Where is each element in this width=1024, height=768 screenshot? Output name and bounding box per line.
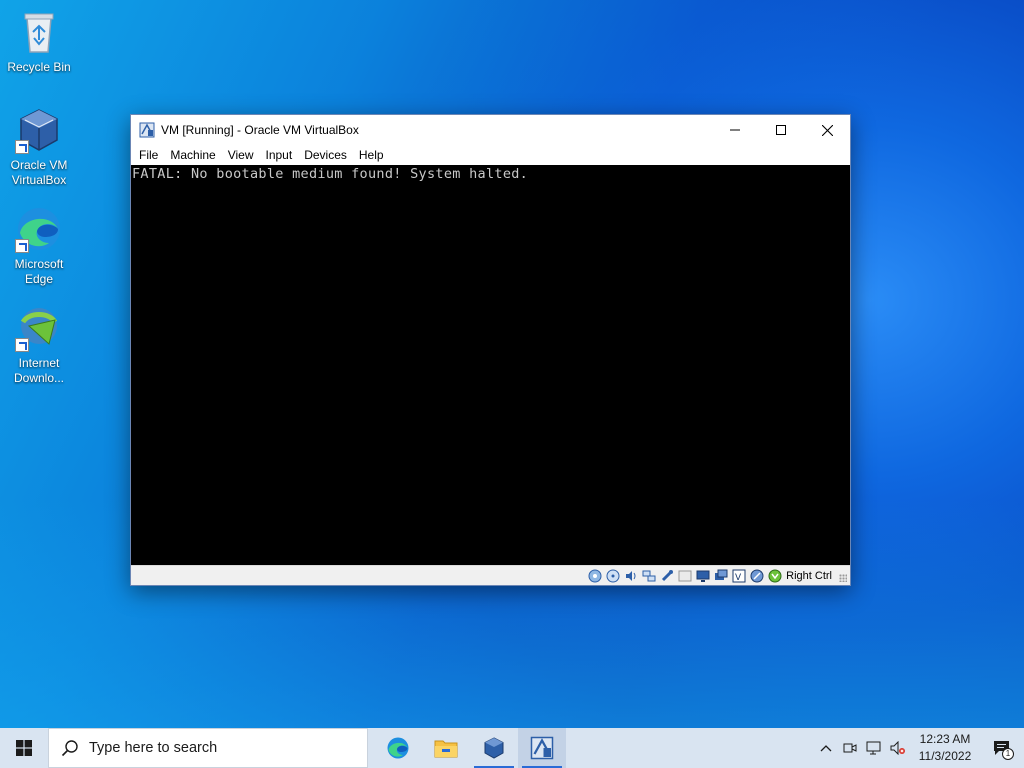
network-icon[interactable] xyxy=(642,569,656,583)
shortcut-arrow-icon xyxy=(15,239,29,253)
virtualbox-vm-icon xyxy=(530,736,554,760)
optical-drive-icon[interactable] xyxy=(606,569,620,583)
usb-icon[interactable] xyxy=(660,569,674,583)
menu-help[interactable]: Help xyxy=(354,148,391,162)
shortcut-arrow-icon xyxy=(15,140,29,154)
folder-icon xyxy=(434,740,458,758)
shortcut-arrow-icon xyxy=(15,338,29,352)
action-center-button[interactable]: 1 xyxy=(980,728,1024,768)
virtualbox-icon xyxy=(15,106,63,154)
edge-icon xyxy=(387,737,409,759)
meet-now-button[interactable] xyxy=(838,728,862,768)
menu-view[interactable]: View xyxy=(223,148,261,162)
host-key-label[interactable]: Right Ctrl xyxy=(786,570,832,582)
notification-count-badge: 1 xyxy=(1002,748,1014,760)
windows-logo-icon xyxy=(16,740,32,756)
virtualbox-vm-window[interactable]: VM [Running] - Oracle VM VirtualBox File… xyxy=(130,114,851,586)
network-status-button[interactable] xyxy=(862,728,886,768)
display-icon[interactable] xyxy=(696,569,710,583)
volume-button[interactable] xyxy=(886,728,910,768)
show-hidden-icons-button[interactable] xyxy=(814,728,838,768)
desktop-icon-edge[interactable]: Microsoft Edge xyxy=(4,205,74,287)
menu-bar: File Machine View Input Devices Help xyxy=(131,145,850,165)
minimize-icon xyxy=(730,129,740,131)
mouse-integration-icon[interactable] xyxy=(750,569,764,583)
desktop-icon-label: Internet Downlo... xyxy=(13,356,65,385)
taskbar-virtualbox-manager[interactable] xyxy=(470,728,518,768)
minimize-button[interactable] xyxy=(712,115,758,145)
camera-icon xyxy=(843,743,857,753)
resize-grip[interactable] xyxy=(839,574,847,582)
svg-text:V: V xyxy=(735,573,742,583)
shared-folders-icon[interactable] xyxy=(678,569,692,583)
search-placeholder: Type here to search xyxy=(89,740,218,756)
status-bar: V Right Ctrl xyxy=(131,565,850,585)
desktop-icon-virtualbox[interactable]: Oracle VM VirtualBox xyxy=(4,106,74,188)
window-title: VM [Running] - Oracle VM VirtualBox xyxy=(161,123,359,137)
edge-icon xyxy=(15,205,63,253)
menu-devices[interactable]: Devices xyxy=(299,148,354,162)
network-monitor-icon xyxy=(866,741,881,755)
system-tray: 12:23 AM 11/3/2022 1 xyxy=(814,728,1024,768)
maximize-icon xyxy=(776,125,786,135)
virtualization-engine-icon[interactable]: V xyxy=(732,569,746,583)
taskbar-vm-window[interactable] xyxy=(518,728,566,768)
clock-date: 11/3/2022 xyxy=(918,749,972,763)
menu-machine[interactable]: Machine xyxy=(165,148,222,162)
audio-icon[interactable] xyxy=(624,569,638,583)
title-bar[interactable]: VM [Running] - Oracle VM VirtualBox xyxy=(131,115,850,145)
taskbar-edge[interactable] xyxy=(374,728,422,768)
menu-file[interactable]: File xyxy=(134,148,165,162)
download-manager-icon xyxy=(15,304,63,352)
speaker-muted-icon xyxy=(890,741,905,755)
video-capture-icon[interactable] xyxy=(714,569,728,583)
recycle-bin-icon xyxy=(15,8,63,56)
virtualbox-app-icon xyxy=(139,122,155,138)
console-message: FATAL: No bootable medium found! System … xyxy=(132,166,529,182)
search-icon xyxy=(61,740,78,757)
taskbar-search-box[interactable]: Type here to search xyxy=(48,728,368,768)
maximize-button[interactable] xyxy=(758,115,804,145)
desktop-icon-label: Microsoft Edge xyxy=(14,257,64,286)
desktop-icon-internet-download-manager[interactable]: Internet Downlo... xyxy=(4,304,74,386)
menu-input[interactable]: Input xyxy=(261,148,300,162)
taskbar-file-explorer[interactable] xyxy=(422,728,470,768)
desktop-icon-label: Recycle Bin xyxy=(7,60,71,74)
desktop-icon-label: Oracle VM VirtualBox xyxy=(10,158,68,187)
close-button[interactable] xyxy=(804,115,850,145)
start-button[interactable] xyxy=(0,728,48,768)
clock-time: 12:23 AM xyxy=(919,732,971,746)
taskbar-clock[interactable]: 12:23 AM 11/3/2022 xyxy=(910,731,980,765)
vm-display[interactable]: FATAL: No bootable medium found! System … xyxy=(131,165,850,565)
taskbar: Type here to search 12:23 AM 11/3/2022 1 xyxy=(0,728,1024,768)
virtualbox-icon xyxy=(484,737,504,759)
hard-disk-icon[interactable] xyxy=(588,569,602,583)
chevron-up-icon xyxy=(820,745,832,752)
desktop-icon-recycle-bin[interactable]: Recycle Bin xyxy=(4,8,74,75)
close-icon xyxy=(821,124,833,136)
host-key-icon[interactable] xyxy=(768,569,782,583)
